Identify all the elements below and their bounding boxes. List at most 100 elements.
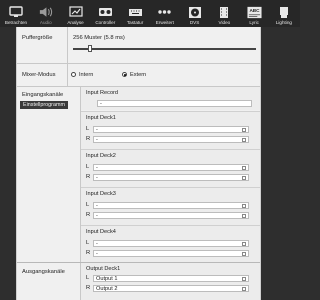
setup-button[interactable]: Einstellprogramm <box>20 101 68 109</box>
input-record-field[interactable]: - <box>97 100 252 107</box>
radio-intern[interactable] <box>71 72 76 77</box>
channel-r-label: R <box>86 212 91 218</box>
toolbar-item-label: Tastatur <box>126 20 144 25</box>
input-deck2-title: Input Deck2 <box>86 153 116 159</box>
toolbar-item-dvs[interactable]: DVS <box>181 0 209 27</box>
output-deck1-title: Output Deck1 <box>86 266 121 272</box>
input-deck3-l-field[interactable]: - <box>93 202 249 209</box>
input-deck2-l-field[interactable]: - <box>93 164 249 171</box>
toolbar-item-lighting[interactable]: Lighting <box>270 0 298 27</box>
top-toolbar: Betrachten Audio Analyse Controller Tast… <box>0 0 300 27</box>
input-deck1-r-field[interactable]: - <box>93 136 249 143</box>
input-deck4-r-checkbox[interactable] <box>242 252 246 256</box>
buffer-size-slider-thumb[interactable] <box>87 45 92 52</box>
divider <box>67 27 68 64</box>
analysis-icon <box>68 5 83 19</box>
divider <box>67 64 68 86</box>
film-icon <box>217 5 232 19</box>
channel-r-label: R <box>86 136 91 142</box>
input-deck2-section: Input Deck2 L - R - <box>81 149 260 187</box>
toolbar-item-label: Lyric <box>249 20 259 25</box>
output-channels-row: Ausgangskanäle Output Deck1 L Output 1 R… <box>17 262 260 300</box>
toolbar-item-label: Controller <box>95 20 116 25</box>
channel-r-label: R <box>86 250 91 256</box>
channel-l-label: L <box>86 164 90 170</box>
input-deck3-section: Input Deck3 L - R - <box>81 187 260 225</box>
input-deck4-l-checkbox[interactable] <box>242 242 246 246</box>
output-channels-label: Ausgangskanäle <box>22 269 65 275</box>
toolbar-item-label: Audio <box>39 20 52 25</box>
buffer-size-label: Puffergröße <box>22 35 53 41</box>
channel-l-label: L <box>86 275 90 281</box>
input-deck3-r-value: - <box>96 213 98 219</box>
vinyl-icon <box>187 5 202 19</box>
input-channels-row: Eingangskanäle Einstellprogramm Input Re… <box>17 86 260 289</box>
toolbar-item-label: Analyse <box>67 20 84 25</box>
input-record-value: - <box>100 101 102 107</box>
output-deck1-l-value: Output 1 <box>96 276 118 282</box>
input-deck1-r-checkbox[interactable] <box>242 138 246 142</box>
input-deck2-l-value: - <box>96 165 98 171</box>
screen-icon <box>9 5 24 19</box>
audio-settings-panel: Puffergröße 256 Muster (5.8 ms) Mixer-Mo… <box>16 27 261 300</box>
toolbar-item-label: Video <box>218 20 231 25</box>
channel-l-label: L <box>86 202 90 208</box>
toolbar-item-lyric[interactable]: ABC Lyric <box>240 0 268 27</box>
toolbar-item-tastatur[interactable]: Tastatur <box>121 0 149 27</box>
input-deck3-r-checkbox[interactable] <box>242 214 246 218</box>
mixer-mode-label: Mixer-Modus <box>22 72 56 78</box>
output-deck1-l-field[interactable]: Output 1 <box>93 275 249 282</box>
radio-extern-label: Extern <box>130 72 147 78</box>
toolbar-item-label: Lighting <box>275 20 292 25</box>
input-deck4-section: Input Deck4 L - R - <box>81 225 260 263</box>
input-deck2-r-value: - <box>96 175 98 181</box>
toolbar-item-label: Erweitert <box>155 20 174 25</box>
input-deck1-title: Input Deck1 <box>86 115 116 121</box>
toolbar-item-controller[interactable]: Controller <box>91 0 119 27</box>
radio-extern[interactable] <box>122 72 127 77</box>
abc-icon: ABC <box>247 5 262 19</box>
keyboard-icon <box>128 5 143 19</box>
mixer-mode-row: Mixer-Modus Intern Extern <box>17 63 260 86</box>
input-deck2-r-field[interactable]: - <box>93 174 249 181</box>
channel-r-label: R <box>86 285 91 291</box>
input-deck2-r-checkbox[interactable] <box>242 176 246 180</box>
input-deck4-r-value: - <box>96 251 98 257</box>
input-deck3-l-checkbox[interactable] <box>242 204 246 208</box>
output-deck1-section: Output Deck1 L Output 1 R Output 2 <box>81 263 260 300</box>
speaker-icon <box>38 5 53 19</box>
toolbar-item-betrachten[interactable]: Betrachten <box>2 0 30 27</box>
svg-text:ABC: ABC <box>249 8 260 13</box>
radio-intern-label: Intern <box>79 72 94 78</box>
controller-icon <box>98 5 113 19</box>
input-deck1-r-value: - <box>96 137 98 143</box>
output-deck1-r-value: Output 2 <box>96 286 118 292</box>
input-deck1-l-value: - <box>96 127 98 133</box>
input-deck1-l-field[interactable]: - <box>93 126 249 133</box>
input-deck4-l-value: - <box>96 241 98 247</box>
input-deck3-r-field[interactable]: - <box>93 212 249 219</box>
toolbar-item-audio[interactable]: Audio <box>32 0 60 27</box>
dots-icon <box>157 5 172 19</box>
input-deck4-l-field[interactable]: - <box>93 240 249 247</box>
input-deck4-r-field[interactable]: - <box>93 250 249 257</box>
buffer-size-row: Puffergröße 256 Muster (5.8 ms) <box>17 27 260 64</box>
channel-l-label: L <box>86 126 90 132</box>
channel-l-label: L <box>86 240 90 246</box>
input-record-title: Input Record <box>86 90 119 96</box>
buffer-size-slider[interactable] <box>73 48 256 50</box>
output-deck1-l-checkbox[interactable] <box>242 277 246 281</box>
channel-r-label: R <box>86 174 91 180</box>
output-deck1-r-checkbox[interactable] <box>242 287 246 291</box>
toolbar-item-video[interactable]: Video <box>210 0 238 27</box>
output-deck1-r-field[interactable]: Output 2 <box>93 285 249 292</box>
input-deck4-title: Input Deck4 <box>86 229 116 235</box>
input-deck1-l-checkbox[interactable] <box>242 128 246 132</box>
toolbar-item-label: DVS <box>189 20 200 25</box>
input-deck3-title: Input Deck3 <box>86 191 116 197</box>
toolbar-item-analyse[interactable]: Analyse <box>62 0 90 27</box>
input-deck3-l-value: - <box>96 203 98 209</box>
toolbar-item-erweitert[interactable]: Erweitert <box>151 0 179 27</box>
input-deck2-l-checkbox[interactable] <box>242 166 246 170</box>
input-channels-label: Eingangskanäle <box>22 92 64 98</box>
